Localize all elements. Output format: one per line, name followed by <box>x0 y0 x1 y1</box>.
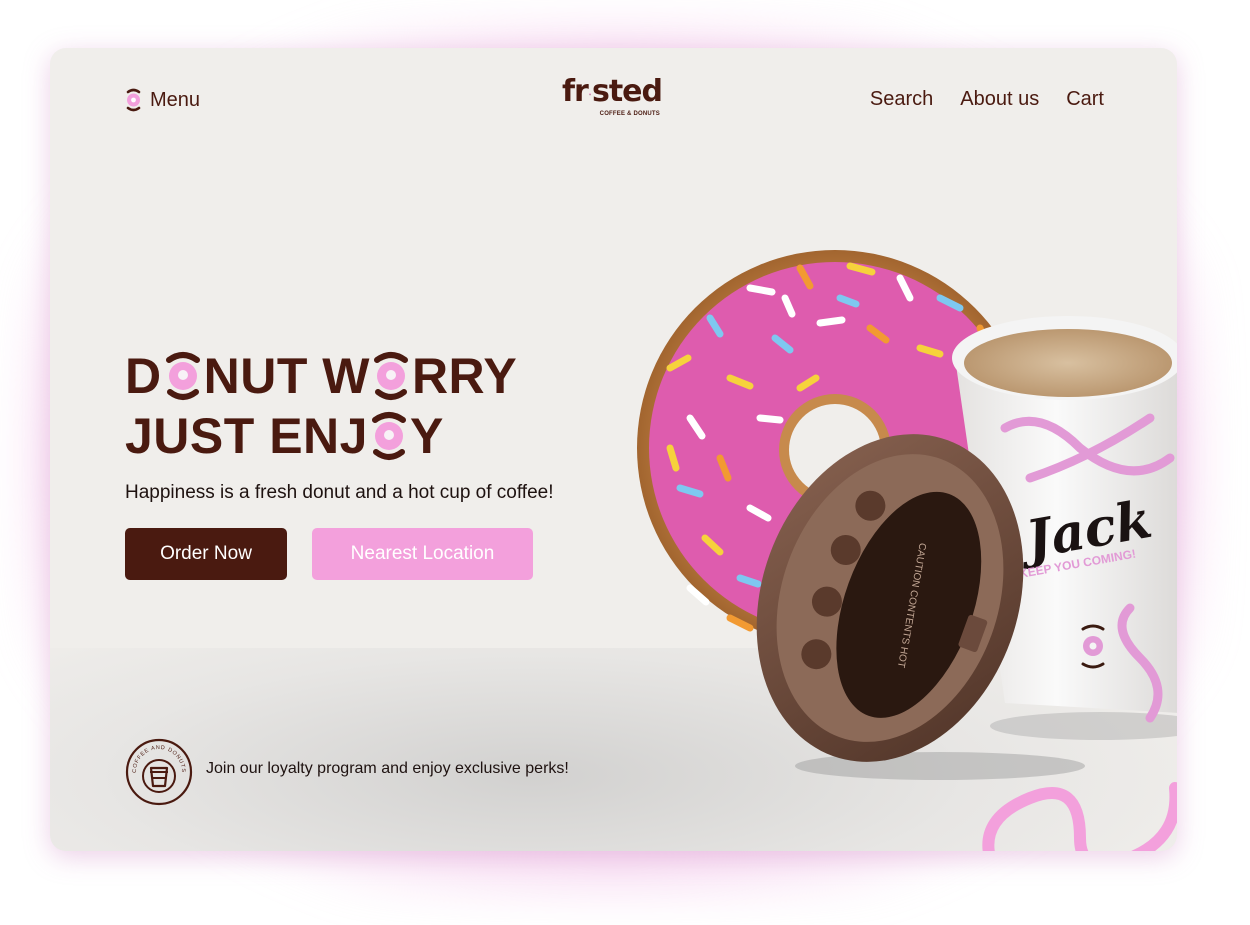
pink-squiggle <box>982 782 1177 851</box>
donut-coffee-illustration: Jack KEEP YOU COMING! CAUTION CONTENTS H… <box>637 250 1177 851</box>
hero-headline: D NUT W RRY JUST ENJ Y <box>125 346 517 466</box>
nearest-location-button[interactable]: Nearest Location <box>312 528 533 580</box>
loyalty-text: Join our loyalty program and enjoy exclu… <box>206 760 569 777</box>
headline-text-y: Y <box>409 408 444 464</box>
nav-search-link[interactable]: Search <box>870 88 933 111</box>
nav-links: Search About us Cart <box>870 88 1104 111</box>
donut-face-icon <box>165 352 200 400</box>
nav-cart-link[interactable]: Cart <box>1066 88 1104 111</box>
donut-menu-icon <box>126 88 141 112</box>
headline-line-1: D NUT W RRY <box>125 346 517 406</box>
menu-button[interactable]: Menu <box>125 88 200 112</box>
headline-line-2: JUST ENJ Y <box>125 406 517 466</box>
nav-about-link[interactable]: About us <box>960 88 1039 111</box>
frosted-logo[interactable]: fr sted COFFEE & DONUTS <box>562 74 663 124</box>
donut-face-icon <box>373 352 408 400</box>
headline-text-d: D <box>125 348 162 404</box>
logo-donut-icon <box>588 92 591 96</box>
loyalty-cup-badge-icon[interactable]: COFFEE AND DONUTS <box>125 738 193 806</box>
headline-text-rry: RRY <box>411 348 518 404</box>
logo-word-end: sted <box>591 74 663 109</box>
landing-card: Menu fr sted COFFEE & DONUTS Search Abou… <box>50 48 1177 851</box>
logo-tagline: COFFEE & DONUTS <box>599 111 660 117</box>
headline-text-just-enj: JUST ENJ <box>125 408 368 464</box>
order-now-button[interactable]: Order Now <box>125 528 287 580</box>
menu-label: Menu <box>150 88 201 111</box>
logo-word-start: fr <box>562 74 589 109</box>
donut-face-icon <box>371 412 406 460</box>
headline-text-nut-worry: NUT W <box>203 348 370 404</box>
hero-subtitle: Happiness is a fresh donut and a hot cup… <box>125 482 554 503</box>
